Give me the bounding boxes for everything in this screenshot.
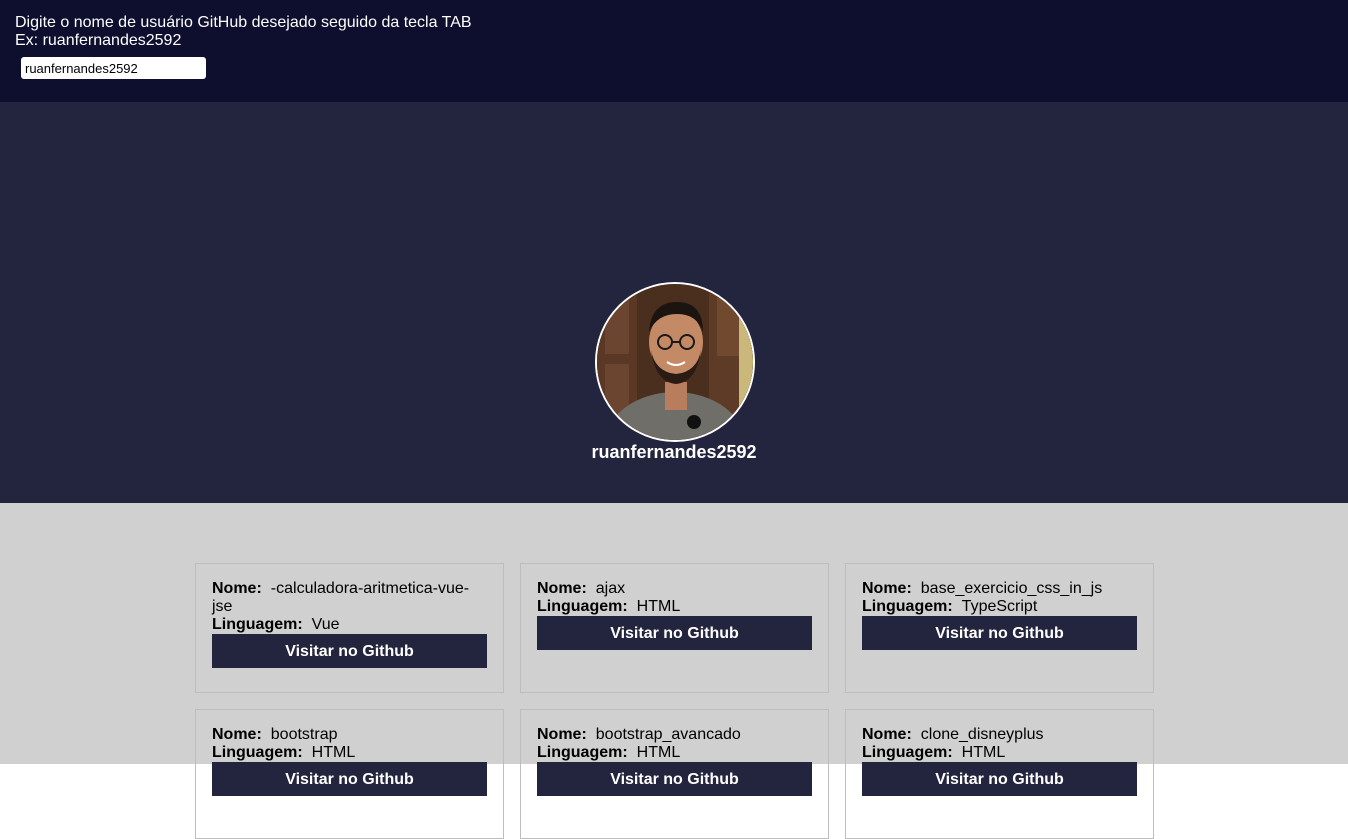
repo-name-row: Nome: bootstrap_avancado [537,726,812,744]
repo-language: Vue [311,616,340,633]
repo-language: HTML [311,744,356,761]
repo-name-label: Nome: [537,580,587,597]
repo-language-label: Linguagem: [212,744,303,761]
visit-github-button[interactable]: Visitar no Github [212,634,487,668]
repo-name-row: Nome: clone_disneyplus [862,726,1137,744]
repo-name: bootstrap_avancado [595,726,741,743]
instruction-text: Digite o nome de usuário GitHub desejado… [15,14,472,31]
repo-list: Nome: -calculadora-aritmetica-vue-jse Lin… [0,503,1348,839]
example-text: Ex: ruanfernandes2592 [15,32,182,49]
repo-card: Nome: bootstrap_avancado Linguagem: HTML V… [520,709,829,839]
username-input[interactable] [21,57,206,79]
visit-github-button[interactable]: Visitar no Github [212,762,487,796]
repo-language-label: Linguagem: [862,598,953,615]
visit-github-button[interactable]: Visitar no Github [862,616,1137,650]
visit-github-button[interactable]: Visitar no Github [537,762,812,796]
repo-language-label: Linguagem: [537,744,628,761]
repo-card: Nome: bootstrap Linguagem: HTML Visitar no… [195,709,504,839]
profile-section: ruanfernandes2592 [0,102,1348,503]
repo-name-row: Nome: base_exercicio_css_in_js [862,580,1137,598]
repo-language-row: Linguagem: HTML [212,744,487,762]
visit-github-button[interactable]: Visitar no Github [537,616,812,650]
repo-language-label: Linguagem: [862,744,953,761]
visit-github-button[interactable]: Visitar no Github [862,762,1137,796]
repo-card: Nome: clone_disneyplus Linguagem: HTML Vis… [845,709,1154,839]
repo-language: TypeScript [961,598,1038,615]
repo-name-continued: jse [212,598,233,615]
repo-name: bootstrap [270,726,338,743]
repo-language-label: Linguagem: [537,598,628,615]
repo-language-row: Linguagem: Vue [212,616,487,634]
header: Digite o nome de usuário GitHub desejado… [0,0,1348,102]
repo-card: Nome: -calculadora-aritmetica-vue-jse Lin… [195,563,504,693]
avatar [595,282,755,442]
repo-language-label: Linguagem: [212,616,303,633]
repo-name-label: Nome: [862,726,912,743]
repo-language-row: Linguagem: HTML [537,598,812,616]
repo-language-row: Linguagem: HTML [537,744,812,762]
repo-name-label: Nome: [537,726,587,743]
repo-name: base_exercicio_css_in_js [920,580,1103,597]
repo-card: Nome: base_exercicio_css_in_js Linguagem:… [845,563,1154,693]
repo-language: HTML [636,744,681,761]
instructions: Digite o nome de usuário GitHub desejado… [15,14,472,50]
repo-language-row: Linguagem: HTML [862,744,1137,762]
repo-name: clone_disneyplus [920,726,1044,743]
repo-name-label: Nome: [862,580,912,597]
repo-name-row: Nome: ajax [537,580,812,598]
repo-language: HTML [961,744,1006,761]
repo-card: Nome: ajax Linguagem: HTML Visitar no Gith… [520,563,829,693]
repo-name-row: Nome: -calculadora-aritmetica-vue-jse [212,580,487,616]
repo-language-row: Linguagem: TypeScript [862,598,1137,616]
repo-name: ajax [595,580,626,597]
avatar-photo [597,284,753,440]
repo-name-label: Nome: [212,726,262,743]
repo-name-row: Nome: bootstrap [212,726,487,744]
repo-language: HTML [636,598,681,615]
profile-username: ruanfernandes2592 [591,442,757,462]
repo-name: -calculadora-aritmetica-vue- [270,580,470,597]
repo-name-label: Nome: [212,580,262,597]
